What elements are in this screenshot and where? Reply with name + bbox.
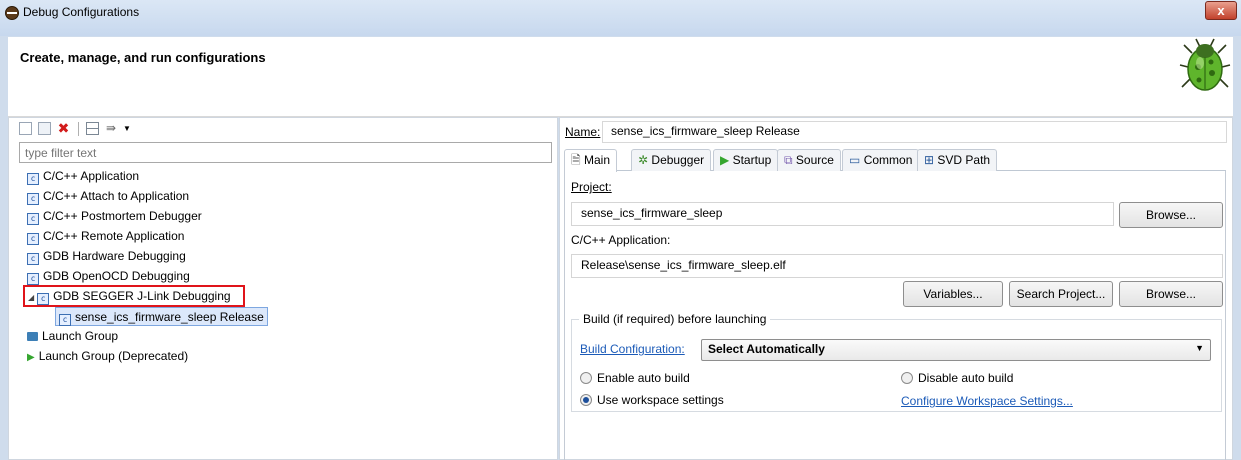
filter-input[interactable] [19,142,552,163]
c-config-icon: c [27,253,39,265]
build-configuration-select[interactable]: Select Automatically ▼ [701,339,1211,361]
common-icon: ▭ [849,153,861,167]
tree-item-gdb-hardware[interactable]: c GDB Hardware Debugging [27,247,186,266]
c-config-icon: c [27,233,39,245]
configure-workspace-settings-link[interactable]: Configure Workspace Settings... [901,394,1073,408]
bug-icon [1179,38,1231,91]
eclipse-icon [5,6,19,20]
tree-item-c-attach[interactable]: c C/C++ Attach to Application [27,187,189,206]
c-config-icon: c [27,173,39,185]
project-field[interactable]: sense_ics_firmware_sleep [571,202,1114,226]
c-config-icon: c [59,314,71,326]
chevron-down-icon[interactable]: ▼ [123,122,136,135]
play-icon: ▶ [27,352,35,363]
c-config-icon: c [27,193,39,205]
chevron-down-icon: ▼ [1195,343,1204,353]
window-title: Debug Configurations [23,5,140,19]
filter-icon[interactable]: ⇛ [106,122,119,135]
name-label: Name: [565,125,601,139]
use-workspace-settings-label: Use workspace settings [597,393,724,407]
title-bar [0,0,1241,36]
build-group-title: Build (if required) before launching [579,312,771,326]
browse-project-button[interactable]: Browse... [1119,202,1223,228]
play-icon: ▶ [720,153,730,167]
dialog-header: Create, manage, and run configurations [8,37,1233,117]
enable-auto-build-radio[interactable] [580,372,592,384]
tab-debugger[interactable]: ✲ Debugger [631,149,712,171]
search-project-button[interactable]: Search Project... [1009,281,1113,307]
name-field[interactable]: sense_ics_firmware_sleep Release [602,121,1227,143]
svd-icon: ⊞ [924,153,935,167]
tab-startup[interactable]: ▶ Startup [713,149,779,171]
highlight-box [23,285,245,307]
tab-svd-path[interactable]: ⊞ SVD Path [917,149,998,171]
c-config-icon: c [27,213,39,225]
enable-auto-build-label: Enable auto build [597,371,690,385]
tab-common[interactable]: ▭ Common [842,149,920,171]
disable-auto-build-radio[interactable] [901,372,913,384]
tree-item-c-remote[interactable]: c C/C++ Remote Application [27,227,184,246]
document-icon: 🗎 [571,153,581,167]
application-field[interactable]: Release\sense_ics_firmware_sleep.elf [571,254,1223,278]
use-workspace-settings-radio[interactable] [580,394,592,406]
c-config-icon: c [27,273,39,285]
tab-main[interactable]: 🗎 Main [564,149,618,172]
tree-item-launch-group[interactable]: Launch Group [27,327,118,346]
variables-button[interactable]: Variables... [903,281,1003,307]
header-title: Create, manage, and run configurations [20,50,266,65]
tree-item-gdb-openocd[interactable]: c GDB OpenOCD Debugging [27,267,190,286]
tree-item-c-application[interactable]: c C/C++ Application [27,167,139,186]
launch-group-icon [27,332,38,341]
tab-source[interactable]: ⧉ Source [777,149,841,171]
tree-item-launch-group-deprecated[interactable]: ▶ Launch Group (Deprecated) [27,347,188,366]
duplicate-icon[interactable] [38,122,51,135]
collapse-all-icon[interactable] [86,122,99,135]
delete-icon[interactable]: ✖ [57,121,70,135]
project-label: Project: [571,180,612,194]
new-config-icon[interactable] [19,122,32,135]
tree-item-sense-ics-release[interactable]: c sense_ics_firmware_sleep Release [55,307,268,326]
close-button[interactable]: x [1205,1,1237,20]
bug-icon: ✲ [638,153,649,167]
tree-item-c-postmortem[interactable]: c C/C++ Postmortem Debugger [27,207,202,226]
browse-application-button[interactable]: Browse... [1119,281,1223,307]
source-icon: ⧉ [784,153,793,167]
toolbar-divider [78,122,79,136]
build-configuration-link[interactable]: Build Configuration: [580,342,685,356]
application-label: C/C++ Application: [571,233,671,247]
disable-auto-build-label: Disable auto build [918,371,1014,385]
